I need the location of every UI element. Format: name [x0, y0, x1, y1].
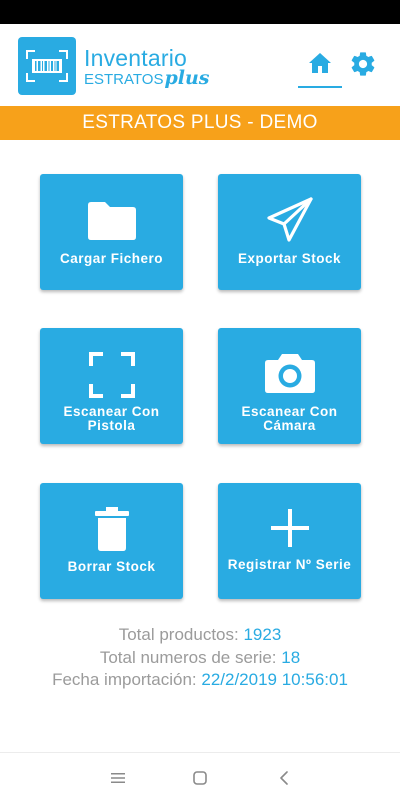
tile-label-register-serial: Registrar Nº Serie	[227, 557, 352, 572]
system-nav-bar	[0, 752, 400, 800]
tile-label-export-stock: Exportar Stock	[237, 251, 342, 266]
tile-label-load-file: Cargar Fichero	[59, 251, 164, 266]
app-header: Inventario ESTRATOSplus	[0, 24, 400, 106]
import-date-label: Fecha importación:	[52, 670, 202, 689]
logo-plus-text: plus	[164, 67, 210, 89]
nav-back-button[interactable]	[273, 767, 295, 789]
total-serials-line: Total numeros de serie: 18	[0, 648, 400, 668]
paper-plane-icon	[266, 197, 313, 242]
gear-icon	[351, 52, 375, 76]
scan-with-camera-button[interactable]: Escanear Con Cámara	[218, 328, 361, 444]
delete-stock-button[interactable]: Borrar Stock	[40, 483, 183, 599]
logo-sub-text: ESTRATOS	[84, 71, 164, 88]
export-stock-button[interactable]: Exportar Stock	[218, 174, 361, 290]
plus-icon	[270, 509, 309, 547]
total-serials-value: 18	[281, 648, 301, 667]
home-icon	[309, 53, 331, 73]
tile-label-scan-gun: Escanear Con Pistola	[63, 404, 160, 433]
back-icon	[280, 771, 288, 785]
trash-icon	[94, 507, 129, 551]
scan-frame-icon	[88, 352, 135, 398]
logo-subtitle: ESTRATOSplus	[84, 69, 209, 89]
nav-home-button[interactable]	[189, 767, 211, 789]
tile-label-delete-stock: Borrar Stock	[67, 559, 156, 574]
barcode-icon	[26, 50, 68, 82]
load-file-button[interactable]: Cargar Fichero	[40, 174, 183, 290]
app-logo-text: Inventario ESTRATOSplus	[84, 46, 209, 89]
total-products-label: Total productos:	[118, 625, 244, 644]
app-logo	[18, 37, 76, 95]
import-date-value: 22/2/2019 10:56:01	[201, 670, 348, 689]
scan-with-gun-button[interactable]: Escanear Con Pistola	[40, 328, 183, 444]
status-bar	[0, 0, 400, 24]
tile-label-scan-camera: Escanear Con Cámara	[241, 404, 338, 433]
home-tab[interactable]	[298, 50, 342, 88]
demo-banner: ESTRATOS PLUS - DEMO	[0, 106, 400, 140]
register-serial-button[interactable]: Registrar Nº Serie	[218, 483, 361, 599]
menu-icon	[111, 773, 125, 783]
nav-menu-button[interactable]	[107, 767, 129, 789]
total-serials-label: Total numeros de serie:	[99, 648, 282, 667]
camera-icon	[264, 354, 315, 393]
folder-icon	[87, 202, 136, 240]
total-products-line: Total productos: 1923	[0, 625, 400, 645]
home-square-icon	[193, 771, 207, 785]
total-products-value: 1923	[243, 625, 282, 644]
import-date-line: Fecha importación: 22/2/2019 10:56:01	[0, 670, 400, 690]
settings-button[interactable]	[346, 50, 380, 84]
